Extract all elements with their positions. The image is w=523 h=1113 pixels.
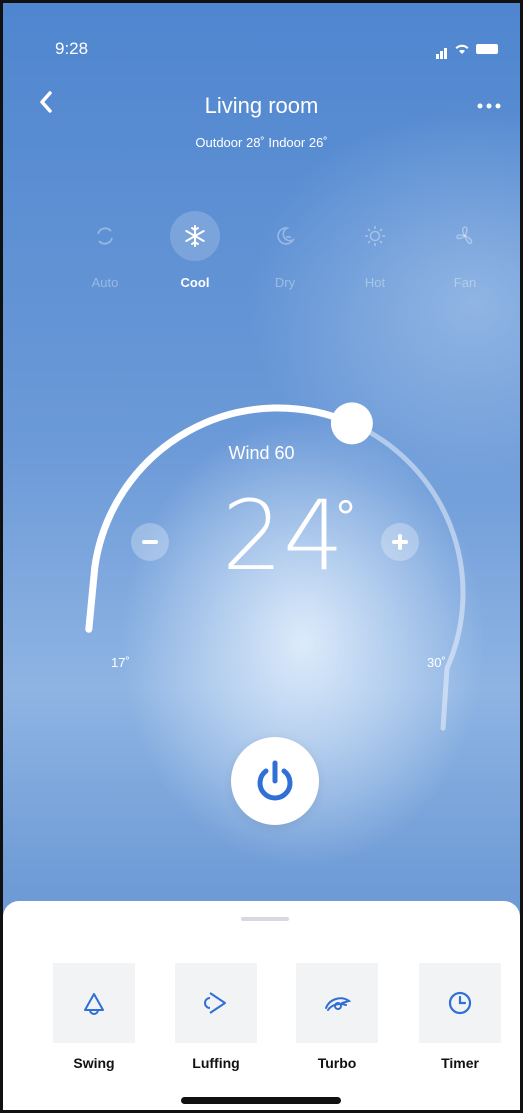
power-icon — [257, 760, 293, 801]
turbo-tile — [296, 963, 378, 1043]
luffing-button[interactable]: Luffing — [175, 963, 257, 1071]
minus-icon — [142, 540, 158, 544]
function-label: Turbo — [317, 1055, 357, 1071]
luffing-tile — [175, 963, 257, 1043]
increase-temperature-button[interactable] — [381, 523, 419, 561]
dial-track-remaining — [349, 420, 466, 731]
home-indicator[interactable] — [181, 1097, 341, 1104]
function-label: Swing — [73, 1055, 115, 1071]
function-label: Luffing — [192, 1055, 240, 1071]
swing-icon — [84, 993, 104, 1015]
drag-handle[interactable] — [241, 917, 289, 921]
luffing-icon — [204, 992, 226, 1014]
timer-tile — [419, 963, 501, 1043]
decrease-temperature-button[interactable] — [131, 523, 169, 561]
turbo-icon — [325, 997, 352, 1011]
wind-speed: Wind 60 — [228, 443, 295, 463]
timer-button[interactable]: Timer — [419, 963, 501, 1071]
min-temperature-label: 17˚ — [111, 655, 130, 670]
turbo-button[interactable]: Turbo — [296, 963, 378, 1071]
function-panel: Swing Luffing Turbo Timer — [3, 901, 520, 1110]
dial-handle[interactable] — [330, 402, 373, 445]
clock-icon — [448, 991, 472, 1015]
function-label: Timer — [441, 1055, 479, 1071]
power-button[interactable] — [231, 737, 319, 825]
max-temperature-label: 30˚ — [427, 655, 446, 670]
temperature-degree: ° — [336, 492, 356, 545]
app-screen: 9:28 Living room Outdoor 28˚ Indoor 26˚ … — [0, 0, 523, 1113]
plus-icon — [392, 534, 408, 550]
swing-tile — [53, 963, 135, 1043]
swing-button[interactable]: Swing — [53, 963, 135, 1071]
